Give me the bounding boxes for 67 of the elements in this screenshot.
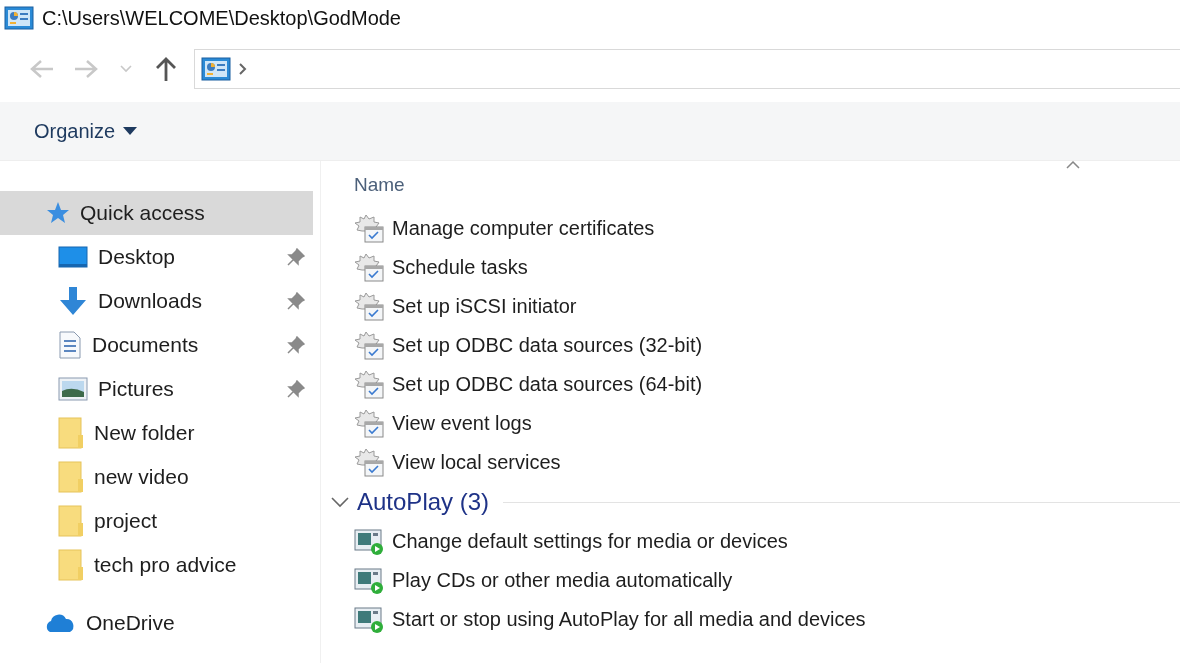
document-icon bbox=[58, 331, 82, 359]
sidebar-item[interactable]: Downloads bbox=[0, 279, 313, 323]
pin-icon[interactable] bbox=[287, 292, 305, 310]
cloud-icon bbox=[44, 612, 76, 634]
folder-icon bbox=[58, 505, 84, 537]
sidebar-label: Documents bbox=[92, 333, 200, 357]
control-panel-icon bbox=[201, 57, 231, 81]
sidebar-label: Desktop bbox=[98, 245, 177, 269]
gear-window-icon bbox=[354, 252, 386, 283]
pin-icon[interactable] bbox=[287, 248, 305, 266]
file-name[interactable]: Set up ODBC data sources (64-bit) bbox=[392, 373, 703, 396]
sidebar-label: Pictures bbox=[98, 377, 175, 401]
pin-icon[interactable] bbox=[287, 336, 305, 354]
file-name[interactable]: Schedule tasks bbox=[392, 256, 528, 279]
picture-icon bbox=[58, 377, 88, 401]
file-name[interactable]: Set up ODBC data sources (32-bit) bbox=[392, 334, 703, 357]
media-play-icon bbox=[354, 605, 386, 634]
name-column-header[interactable]: Name bbox=[354, 174, 405, 196]
sidebar-label: Quick access bbox=[80, 201, 206, 225]
control-panel-icon bbox=[4, 6, 34, 30]
up-arrow-icon bbox=[154, 56, 178, 82]
sidebar-label: new video bbox=[94, 465, 190, 489]
chevron-right-icon[interactable] bbox=[239, 63, 247, 75]
file-name[interactable]: Set up iSCSI initiator bbox=[392, 295, 577, 318]
sidebar-item[interactable]: tech pro advice bbox=[0, 543, 313, 587]
file-name[interactable]: Start or stop using AutoPlay for all media and devices bbox=[392, 608, 866, 631]
sidebar-item[interactable]: Quick access bbox=[0, 191, 313, 235]
gear-window-icon bbox=[354, 369, 386, 400]
sidebar-item[interactable]: New folder bbox=[0, 411, 313, 455]
folder-icon bbox=[58, 549, 84, 581]
media-play-icon bbox=[354, 566, 386, 595]
file-name[interactable]: View event logs bbox=[392, 412, 532, 435]
organize-button[interactable]: Organize bbox=[34, 119, 138, 143]
pin-icon[interactable] bbox=[287, 380, 305, 398]
media-play-icon bbox=[354, 527, 386, 556]
file-name[interactable]: Manage computer certificates bbox=[392, 217, 655, 240]
sidebar-item[interactable]: Documents bbox=[0, 323, 313, 367]
sidebar-label: New folder bbox=[94, 421, 196, 445]
sidebar-item[interactable]: new video bbox=[0, 455, 313, 499]
sidebar-item[interactable]: OneDrive bbox=[0, 601, 313, 645]
sidebar-item[interactable]: project bbox=[0, 499, 313, 543]
sidebar-label: project bbox=[94, 509, 159, 533]
sidebar-item[interactable]: Pictures bbox=[0, 367, 313, 411]
file-name[interactable]: Change default settings for media or devices bbox=[392, 530, 788, 553]
right-arrow-icon bbox=[73, 58, 99, 80]
dropdown-triangle-icon bbox=[123, 127, 138, 135]
sidebar-item[interactable]: Desktop bbox=[0, 235, 313, 279]
gear-window-icon bbox=[354, 330, 386, 361]
sidebar-label: tech pro advice bbox=[94, 553, 238, 577]
gear-window-icon bbox=[354, 213, 386, 244]
window-title: C:\Users\WELCOME\Desktop\GodMode bbox=[42, 6, 401, 30]
file-name[interactable]: Play CDs or other media automatically bbox=[392, 569, 733, 592]
gear-window-icon bbox=[354, 408, 386, 439]
down-arrow-icon bbox=[58, 286, 88, 316]
chevron-down-icon bbox=[120, 65, 132, 73]
gear-window-icon bbox=[354, 447, 386, 478]
file-name[interactable]: View local services bbox=[392, 451, 561, 474]
monitor-icon bbox=[58, 245, 88, 269]
sidebar-label: Downloads bbox=[98, 289, 203, 313]
group-header[interactable]: AutoPlay (3) bbox=[331, 482, 1180, 522]
folder-icon bbox=[58, 417, 84, 449]
chevron-icon bbox=[331, 496, 349, 508]
gear-window-icon bbox=[354, 291, 386, 322]
folder-icon bbox=[58, 461, 84, 493]
left-arrow-icon bbox=[29, 58, 55, 80]
sidebar-label: OneDrive bbox=[86, 611, 176, 635]
sort-ascending-icon bbox=[1066, 161, 1080, 169]
